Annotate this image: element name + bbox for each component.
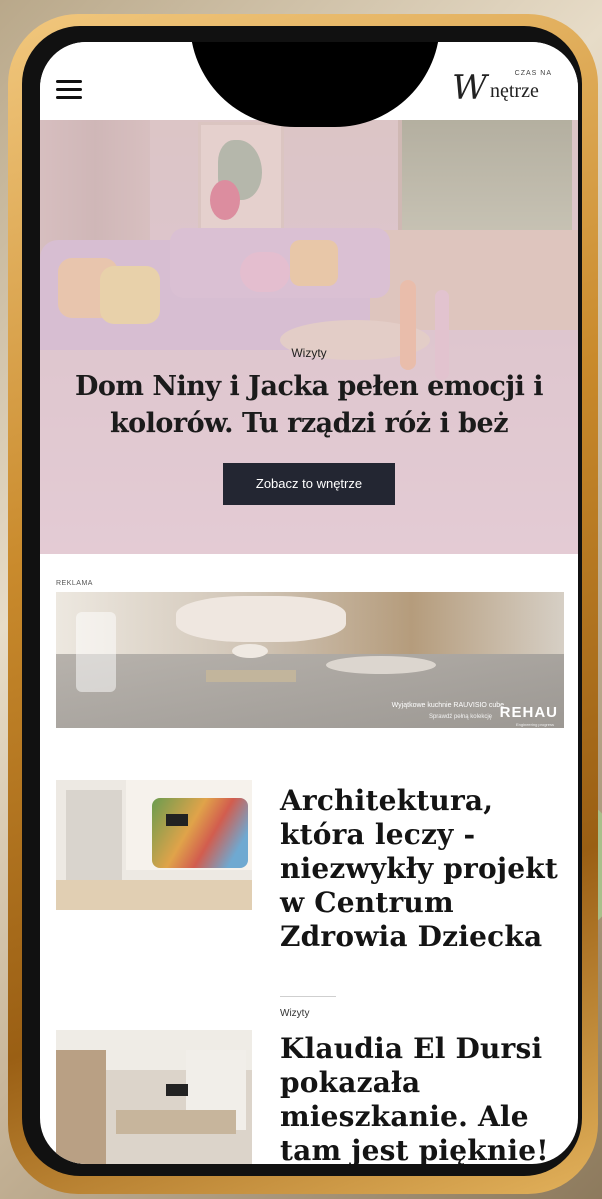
article-title[interactable]: Klaudia El Dursi pokazała mieszkanie. Al…: [280, 1032, 570, 1164]
site-logo[interactable]: W nętrze CZAS NA: [452, 68, 552, 108]
thumb-cabinet: [56, 1050, 106, 1164]
phone-screen: W nętrze CZAS NA Wizyty Dom Niny i Jacka…: [40, 42, 578, 1164]
ad-blossom: [176, 596, 346, 642]
article-title[interactable]: Architektura, która leczy - niezwykły pr…: [280, 784, 570, 954]
ad-plate: [326, 656, 436, 674]
ad-subline: Sprawdź pełną kolekcję: [428, 714, 492, 720]
ad-banner[interactable]: Wyjątkowe kuchnie RAUVISIO cube Sprawdź …: [56, 592, 564, 728]
logo-script-letter: W: [452, 68, 487, 108]
see-interior-button[interactable]: Zobacz to wnętrze: [223, 463, 395, 505]
hero-category[interactable]: Wizyty: [40, 346, 578, 360]
ad-label: REKLAMA: [56, 580, 93, 587]
logo-tagline: CZAS NA: [514, 70, 552, 77]
ad-glass-jar: [76, 612, 116, 692]
thumb-floor: [56, 880, 252, 910]
thumb-table: [116, 1110, 236, 1134]
thumb-mural: [152, 798, 248, 868]
article-category[interactable]: Wizyty: [280, 1008, 309, 1019]
ad-bowl: [232, 644, 268, 658]
logo-text: nętrze: [490, 80, 539, 102]
thumb-tv: [166, 814, 188, 826]
ad-brand-logo: REHAU: [499, 704, 558, 721]
article-thumbnail[interactable]: [56, 780, 252, 910]
ad-brand-tagline: Engineering progress: [515, 722, 554, 727]
thumb-tv: [166, 1084, 188, 1096]
hero-title[interactable]: Dom Niny i Jacka pełen emocji i kolorów.…: [48, 368, 570, 442]
ad-headline: Wyjątkowe kuchnie RAUVISIO cube: [391, 702, 504, 709]
article-divider: [280, 996, 336, 997]
ad-placemat: [206, 670, 296, 682]
menu-icon[interactable]: [56, 80, 82, 100]
hero-banner[interactable]: Wizyty Dom Niny i Jacka pełen emocji i k…: [40, 120, 578, 554]
article-thumbnail[interactable]: [56, 1030, 252, 1164]
